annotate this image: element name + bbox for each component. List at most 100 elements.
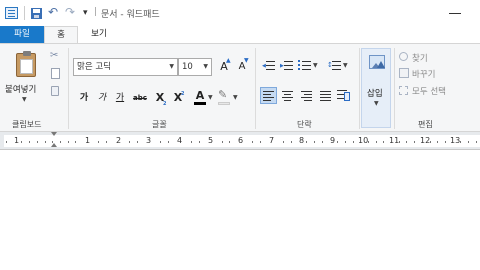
ruler-tick — [190, 141, 192, 143]
group-divider — [255, 48, 256, 129]
font-color-bar — [194, 102, 206, 105]
document-area[interactable] — [0, 151, 480, 270]
grow-font-button[interactable]: A ▲ — [216, 57, 232, 75]
undo-icon[interactable]: ↶ — [48, 5, 58, 19]
insert-button[interactable]: 삽입 ▼ — [361, 48, 391, 128]
subscript-button[interactable]: X2 — [152, 90, 168, 107]
paste-label: 붙여넣기 — [5, 85, 37, 95]
font-size-select[interactable]: 10 ▼ — [178, 58, 212, 76]
copy-icon[interactable] — [51, 68, 60, 79]
editing-group: 찾기 바꾸기 모두 선택 편집 — [396, 44, 480, 133]
ruler-tick — [167, 141, 169, 143]
ruler-tick — [444, 141, 446, 143]
clipboard-group-label: 클립보드 — [12, 120, 42, 129]
bullet-list-icon[interactable] — [298, 60, 311, 71]
italic-button[interactable]: 가 — [94, 90, 110, 106]
group-divider — [68, 48, 69, 129]
chevron-down-icon: ▼ — [169, 63, 174, 70]
ruler-tick — [468, 141, 469, 143]
ruler-tick — [352, 141, 354, 143]
increase-indent-icon[interactable]: ▶ — [280, 60, 293, 71]
customize-qat-button[interactable]: ▾ — [83, 8, 88, 18]
ruler-tick — [6, 141, 7, 143]
redo-icon[interactable]: ↷ — [65, 5, 75, 19]
find-icon — [399, 52, 408, 61]
font-family-select[interactable]: 맑은 고딕 ▼ — [73, 58, 178, 76]
ruler-number: 1 — [14, 136, 20, 145]
select-all-icon — [399, 86, 408, 95]
find-label: 찾기 — [412, 54, 428, 64]
ruler-tick — [198, 141, 200, 143]
ruler-number: 1 — [85, 136, 91, 145]
ruler-number: 7 — [269, 136, 275, 145]
ruler-tick — [221, 141, 223, 143]
chevron-down-icon[interactable]: ▼ — [313, 62, 318, 69]
ruler-number: 6 — [238, 136, 244, 145]
line-spacing-icon[interactable]: ↕ — [327, 60, 341, 71]
align-left-button[interactable] — [260, 87, 277, 104]
first-line-indent-marker[interactable] — [51, 132, 57, 136]
select-all-label: 모두 선택 — [412, 87, 446, 97]
font-color-button[interactable]: A — [192, 88, 208, 105]
ruler-tick — [67, 141, 69, 143]
ruler-tick — [36, 141, 38, 143]
ruler-tick — [344, 141, 346, 143]
shrink-font-button[interactable]: A ▼ — [234, 57, 250, 75]
ruler: 1 1 2 3 4 5 6 7 8 9 10 11 12 13 — [0, 132, 480, 150]
ruler-tick — [129, 141, 131, 143]
cut-icon[interactable]: ✂ — [50, 50, 58, 61]
ruler-number: 3 — [146, 136, 152, 145]
ruler-tick — [98, 141, 100, 143]
wordpad-app-icon[interactable] — [5, 7, 18, 19]
hanging-indent-marker[interactable] — [51, 143, 57, 147]
save-icon[interactable] — [31, 8, 42, 19]
paint-icon[interactable] — [51, 86, 59, 96]
strikethrough-button[interactable]: abc — [130, 90, 150, 106]
paste-button[interactable]: 붙여넣기 ▼ — [4, 50, 48, 103]
ruler-tick — [52, 141, 54, 143]
chevron-down-icon[interactable]: ▼ — [233, 94, 238, 101]
chevron-down-icon[interactable]: ▼ — [208, 94, 213, 101]
ruler-tick — [306, 141, 308, 143]
ruler-tick — [429, 141, 431, 143]
paragraph-settings-icon[interactable] — [337, 88, 351, 103]
chevron-down-icon[interactable]: ▼ — [343, 62, 348, 69]
decrease-indent-icon[interactable]: ◀ — [262, 60, 275, 71]
ruler-number: 5 — [208, 136, 214, 145]
ruler-tick — [375, 141, 377, 143]
superscript-button[interactable]: X2 — [170, 90, 186, 106]
highlight-icon[interactable]: ✎ — [218, 88, 230, 105]
ruler-tick — [136, 141, 138, 143]
ruler-tick — [460, 141, 462, 143]
align-center-button[interactable] — [279, 87, 296, 104]
replace-icon — [399, 68, 409, 78]
clipboard-group: 붙여넣기 ▼ ✂ 클립보드 — [0, 44, 66, 133]
insert-picture-icon — [369, 55, 385, 69]
paragraph-group: ◀ ▶ ▼ ↕ ▼ 단락 — [257, 44, 357, 133]
editing-group-label: 편집 — [418, 120, 433, 129]
ruler-number: 8 — [299, 136, 305, 145]
group-divider — [394, 48, 395, 129]
font-color-label: A — [195, 89, 205, 102]
tab-view[interactable]: 보기 — [80, 26, 118, 43]
title-separator: | — [94, 7, 98, 17]
ruler-number: 10 — [358, 136, 369, 145]
ruler-tick — [160, 141, 161, 143]
ruler-number: 4 — [177, 136, 183, 145]
tab-file[interactable]: 파일 — [0, 26, 44, 43]
ruler-tick — [260, 141, 262, 143]
ruler-track: 1 1 2 3 4 5 6 7 8 9 10 11 12 13 — [4, 132, 480, 147]
tab-home[interactable]: 홈 — [44, 26, 78, 44]
ruler-tick — [398, 141, 400, 143]
clipboard-paste-icon — [16, 51, 36, 77]
font-family-value: 맑은 고딕 — [77, 62, 111, 72]
underline-button[interactable]: 가 — [112, 90, 128, 106]
chevron-down-icon: ▼ — [374, 100, 379, 107]
align-right-button[interactable] — [298, 87, 315, 104]
ruler-number: 9 — [330, 136, 336, 145]
bold-button[interactable]: 가 — [76, 90, 92, 106]
justify-button[interactable] — [317, 87, 334, 104]
ruler-tick — [437, 141, 439, 143]
paragraph-group-label: 단락 — [297, 120, 312, 129]
minimize-button[interactable] — [449, 13, 461, 14]
